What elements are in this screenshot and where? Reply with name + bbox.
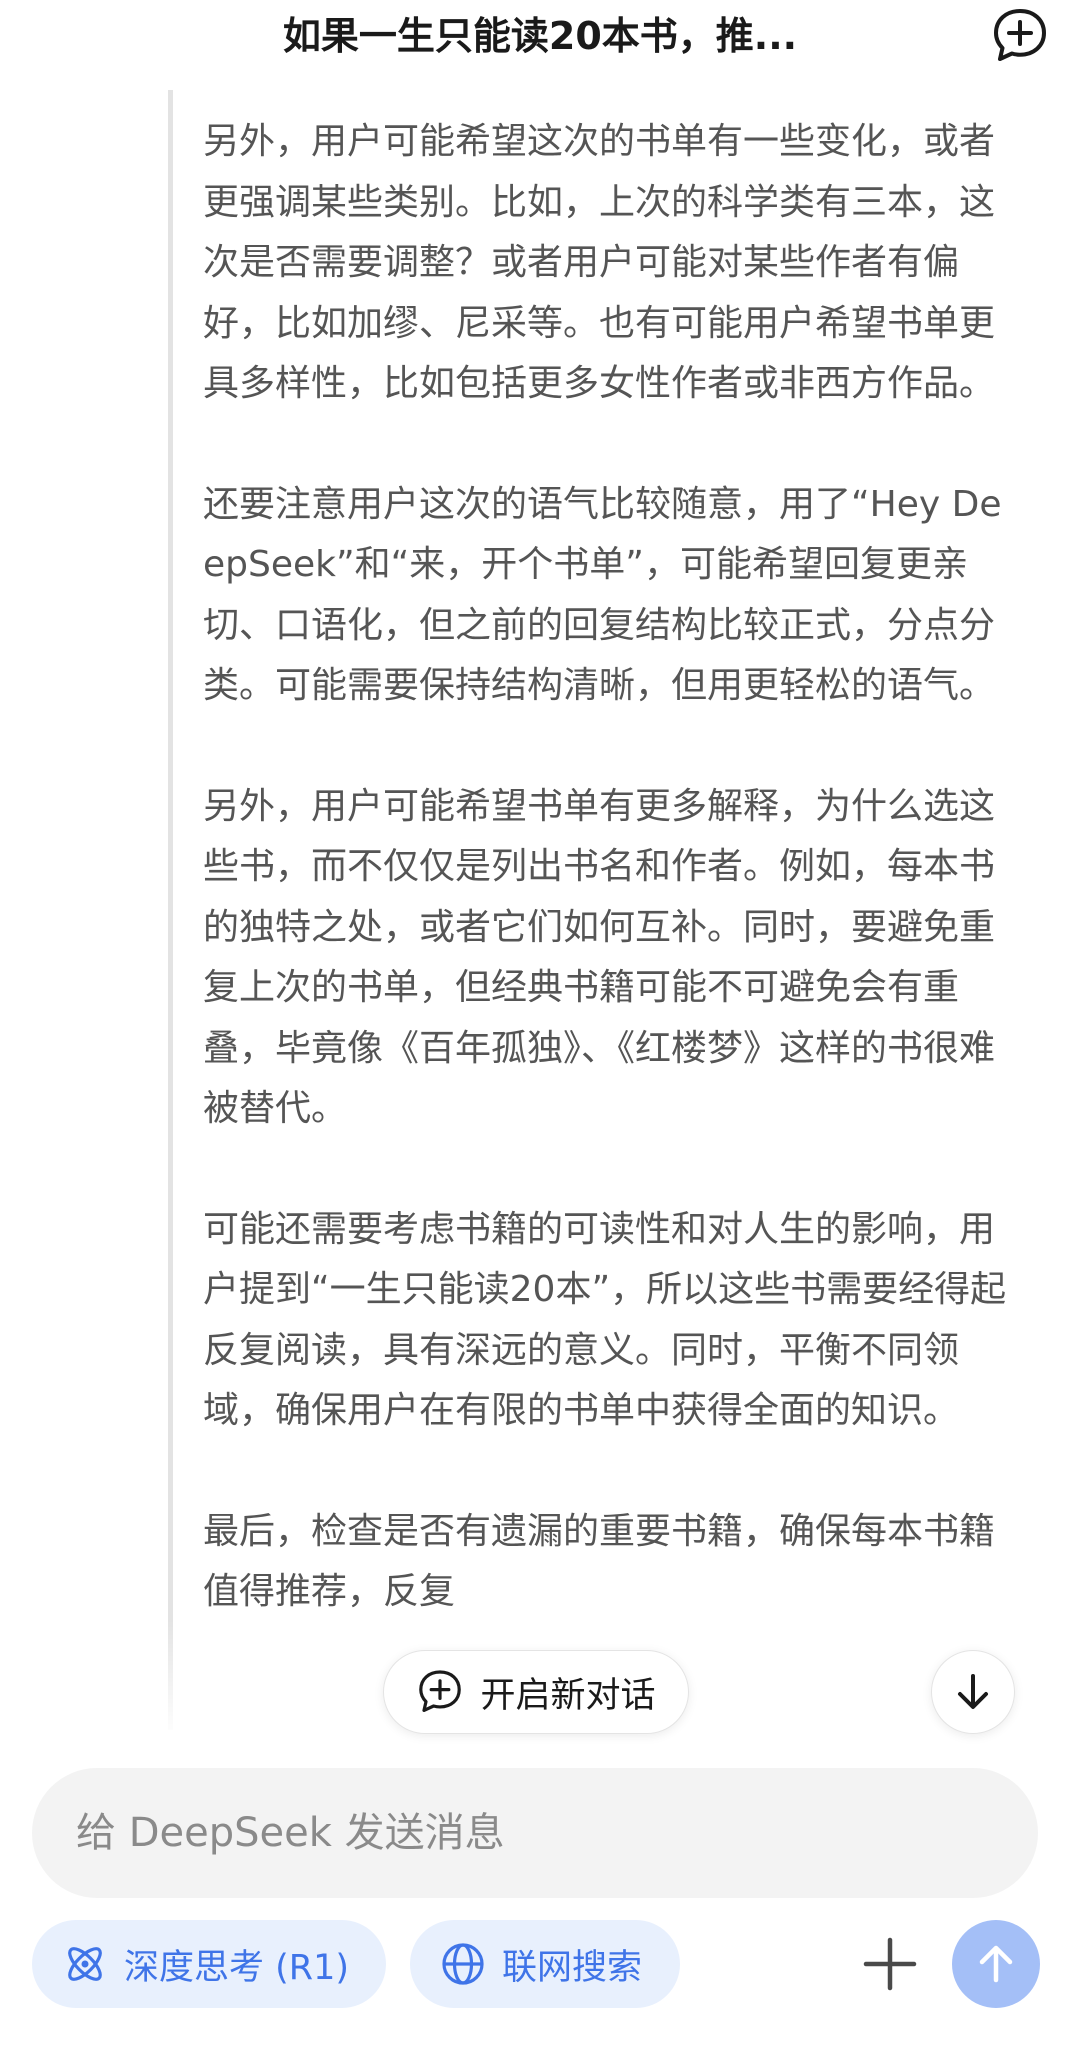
thinking-paragraph: 另外，用户可能希望这次的书单有一些变化，或者更强调某些类别。比如，上次的科学类有…	[203, 121, 996, 404]
new-conversation-button[interactable]: 开启新对话	[383, 1650, 689, 1734]
attach-plus-icon[interactable]	[856, 1930, 924, 1998]
new-conversation-label: 开启新对话	[480, 1675, 656, 1716]
arrow-down-icon	[958, 1674, 988, 1709]
thinking-indicator-bar	[168, 90, 173, 1730]
arrow-up-icon	[979, 1945, 1013, 1983]
globe-icon	[442, 1943, 484, 1985]
new-chat-icon[interactable]	[990, 6, 1050, 66]
web-search-toggle[interactable]: 联网搜索	[410, 1920, 680, 2008]
deep-think-label: 深度思考 (R1)	[124, 1947, 350, 1988]
thinking-content: 另外，用户可能希望这次的书单有一些变化，或者更强调某些类别。比如，上次的科学类有…	[203, 112, 1023, 1732]
scroll-to-bottom-button[interactable]	[931, 1650, 1015, 1734]
conversation-title[interactable]: 如果一生只能读20本书，推...	[180, 10, 900, 62]
header: 如果一生只能读20本书，推...	[0, 0, 1080, 80]
chat-bubble-plus-icon	[419, 1670, 462, 1712]
thinking-paragraph: 可能还需要考虑书籍的可读性和对人生的影响，用户提到“一生只能读20本”，所以这些…	[203, 1208, 1007, 1432]
message-input[interactable]	[76, 1768, 996, 1898]
thinking-paragraph: 最后，检查是否有遗漏的重要书籍，确保每本书籍值得推荐，反复	[203, 1510, 996, 1613]
deep-think-toggle[interactable]: 深度思考 (R1)	[32, 1920, 386, 2008]
thinking-paragraph: 还要注意用户这次的语气比较随意，用了“Hey DeepSeek”和“来，开个书单…	[203, 483, 1002, 707]
atom-icon	[68, 1947, 102, 1981]
chat-screen: 如果一生只能读20本书，推... 另外，用户可能希望这次的书单有一些变化，或者更…	[0, 0, 1080, 2056]
web-search-label: 联网搜索	[502, 1947, 643, 1988]
message-composer	[32, 1768, 1038, 1898]
send-button[interactable]	[952, 1920, 1040, 2008]
thinking-paragraph: 另外，用户可能希望书单有更多解释，为什么选这些书，而不仅仅是列出书名和作者。例如…	[203, 785, 996, 1130]
